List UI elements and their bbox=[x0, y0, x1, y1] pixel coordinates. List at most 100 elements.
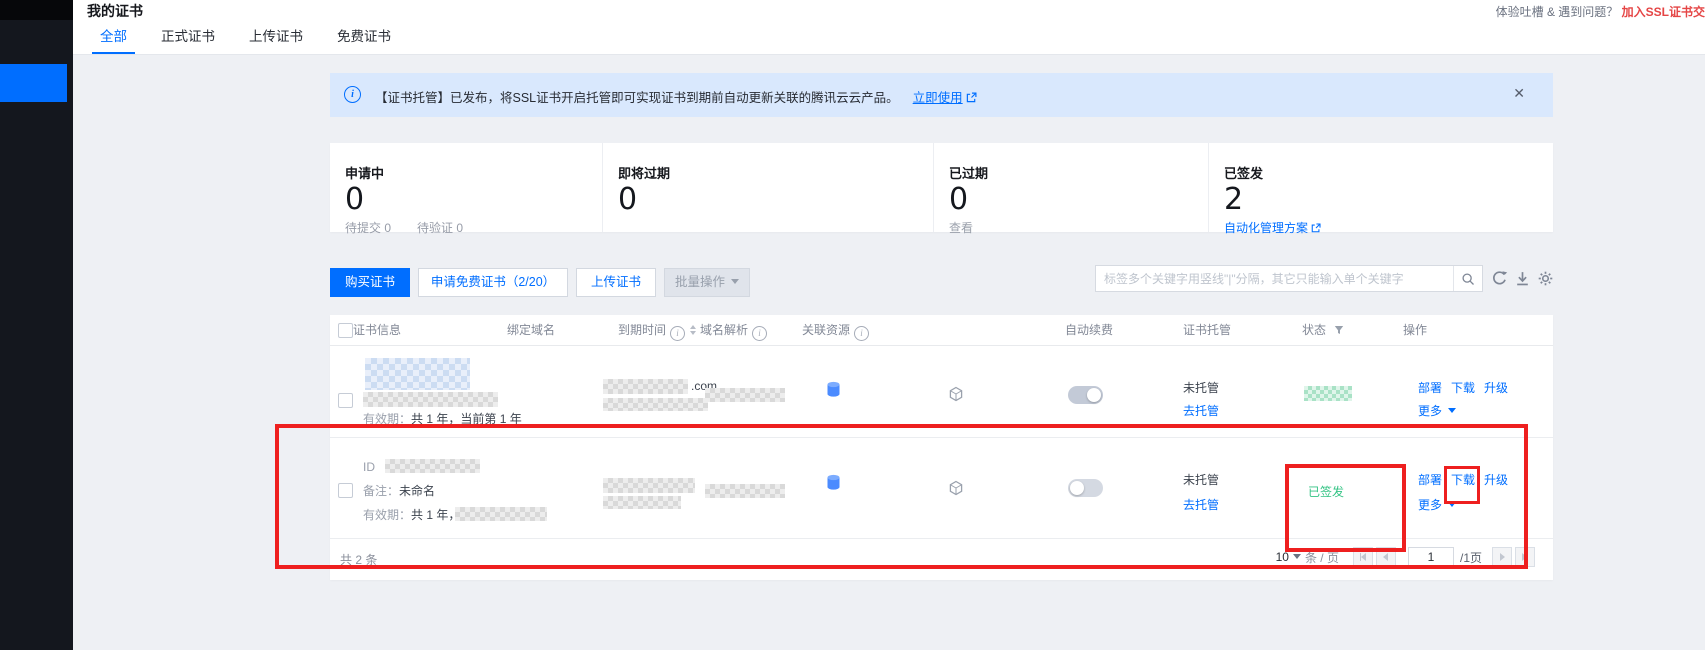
more-link[interactable]: 更多 bbox=[1418, 498, 1456, 513]
col-auto-renew: 自动续费 bbox=[1065, 315, 1113, 345]
domain-redacted-2 bbox=[603, 398, 708, 411]
stat-value: 0 bbox=[345, 184, 602, 216]
close-icon[interactable]: ✕ bbox=[1513, 85, 1525, 102]
page-title: 我的证书 bbox=[87, 1, 143, 21]
tab-all[interactable]: 全部 bbox=[100, 22, 127, 54]
search-input[interactable] bbox=[1096, 272, 1453, 286]
col-dns-label: 域名解析 bbox=[700, 323, 748, 337]
search-button[interactable] bbox=[1453, 266, 1482, 291]
more-label: 更多 bbox=[1418, 498, 1442, 512]
domain-redacted bbox=[603, 478, 695, 493]
hosting-notice-banner: i 【证书托管】已发布，将SSL证书开启托管即可实现证书到期前自动更新关联的腾讯… bbox=[330, 73, 1553, 117]
batch-action-button[interactable]: 批量操作 bbox=[664, 268, 750, 297]
validity-value: 共 1 年，当前第 1 年 bbox=[411, 412, 522, 426]
download-link[interactable]: 下载 bbox=[1451, 381, 1475, 395]
sort-icon[interactable] bbox=[690, 325, 696, 335]
cert-table: 证书信息 绑定域名 到期时间i 域名解析i 关联资源i 自动续费 证书托管 状态… bbox=[330, 315, 1553, 580]
tab-uploaded-certs[interactable]: 上传证书 bbox=[249, 22, 303, 54]
row-checkbox[interactable] bbox=[338, 483, 353, 498]
dns-record-icon[interactable] bbox=[826, 473, 841, 492]
search-box bbox=[1095, 265, 1483, 292]
validity-text: 有效期：共 1 年， bbox=[363, 508, 460, 523]
feedback-bar: 体验吐槽 & 遇到问题？ 加入SSL证书交流 bbox=[1496, 3, 1705, 20]
row-actions: 部署下载升级 bbox=[1418, 473, 1517, 488]
page-size-value: 10 bbox=[1276, 550, 1289, 564]
stat-automation-link[interactable]: 自动化管理方案 bbox=[1224, 219, 1553, 236]
deploy-link[interactable]: 部署 bbox=[1418, 381, 1442, 395]
stat-expiring: 即将过期 0 bbox=[602, 143, 933, 232]
chevron-down-icon bbox=[1448, 408, 1456, 413]
external-link-icon bbox=[966, 92, 977, 103]
validity-label: 有效期： bbox=[363, 508, 411, 522]
hosting-action-link[interactable]: 去托管 bbox=[1183, 404, 1219, 419]
prev-page-button[interactable] bbox=[1376, 547, 1396, 567]
banner-use-now-link[interactable]: 立即使用 bbox=[913, 91, 963, 105]
external-link-icon bbox=[1311, 223, 1321, 233]
feedback-link[interactable]: 加入SSL证书交流 bbox=[1622, 5, 1705, 19]
info-icon[interactable]: i bbox=[670, 326, 685, 341]
download-link[interactable]: 下载 bbox=[1451, 473, 1475, 487]
next-page-button[interactable] bbox=[1492, 547, 1512, 567]
status-redacted bbox=[1304, 386, 1352, 401]
stat-label: 已过期 bbox=[949, 163, 1208, 182]
dns-record-icon[interactable] bbox=[826, 380, 841, 399]
search-icon bbox=[1461, 272, 1475, 286]
upgrade-link[interactable]: 升级 bbox=[1484, 381, 1508, 395]
stat-value: 0 bbox=[949, 184, 1208, 216]
row-actions: 部署下载升级 bbox=[1418, 381, 1517, 396]
sidebar-top-band bbox=[0, 0, 73, 20]
deploy-link[interactable]: 部署 bbox=[1418, 473, 1442, 487]
auto-renew-toggle[interactable] bbox=[1068, 479, 1103, 497]
col-status: 状态 bbox=[1302, 315, 1344, 345]
tab-free-certs[interactable]: 免费证书 bbox=[337, 22, 391, 54]
refresh-icon[interactable] bbox=[1491, 270, 1508, 287]
cert-id-redacted bbox=[385, 459, 480, 473]
gear-icon[interactable] bbox=[1537, 270, 1554, 287]
col-expiry-label: 到期时间 bbox=[618, 323, 666, 337]
info-icon[interactable]: i bbox=[752, 326, 767, 341]
upgrade-link[interactable]: 升级 bbox=[1484, 473, 1508, 487]
pagination: 10 条 / 页 /1页 bbox=[1276, 546, 1535, 568]
page-size-select[interactable]: 10 bbox=[1276, 550, 1301, 564]
validity-value: 共 1 年， bbox=[411, 508, 460, 522]
upload-cert-button[interactable]: 上传证书 bbox=[576, 268, 656, 297]
chevron-down-icon bbox=[1293, 554, 1301, 559]
resource-hexagon-icon[interactable] bbox=[948, 480, 964, 496]
more-link[interactable]: 更多 bbox=[1418, 404, 1456, 419]
auto-renew-toggle[interactable] bbox=[1068, 386, 1103, 404]
stat-view-link[interactable]: 查看 bbox=[949, 219, 1208, 236]
stat-label: 申请中 bbox=[345, 163, 602, 182]
banner-text: 【证书托管】已发布，将SSL证书开启托管即可实现证书到期前自动更新关联的腾讯云云… bbox=[375, 87, 977, 106]
last-page-button[interactable] bbox=[1515, 547, 1535, 567]
sidebar-item-active[interactable] bbox=[0, 64, 67, 102]
stat-sub: 待提交 0待验证 0 bbox=[345, 219, 602, 236]
id-label: ID bbox=[363, 460, 375, 474]
banner-message: 【证书托管】已发布，将SSL证书开启托管即可实现证书到期前自动更新关联的腾讯云云… bbox=[375, 91, 899, 105]
validity-redacted bbox=[455, 507, 547, 521]
cert-id-redacted bbox=[363, 392, 498, 407]
expiry-redacted bbox=[705, 388, 785, 402]
pagination-total: 共 2 条 bbox=[340, 551, 377, 568]
filter-icon[interactable] bbox=[1334, 325, 1344, 335]
info-icon[interactable]: i bbox=[854, 326, 869, 341]
tab-paid-certs[interactable]: 正式证书 bbox=[161, 22, 215, 54]
col-expiry: 到期时间 i bbox=[618, 315, 696, 345]
batch-action-label: 批量操作 bbox=[675, 275, 725, 289]
toggle-knob bbox=[1070, 481, 1084, 495]
first-page-button[interactable] bbox=[1353, 547, 1373, 567]
tab-bar: 全部 正式证书 上传证书 免费证书 bbox=[100, 22, 425, 54]
row-checkbox[interactable] bbox=[338, 393, 353, 408]
col-domain: 绑定域名 bbox=[507, 315, 555, 345]
resource-hexagon-icon[interactable] bbox=[948, 386, 964, 402]
stat-value: 0 bbox=[618, 184, 933, 216]
col-dns: 域名解析 i bbox=[700, 315, 767, 345]
hosting-action-link[interactable]: 去托管 bbox=[1183, 498, 1219, 513]
page-size-unit: 条 / 页 bbox=[1305, 549, 1339, 566]
remark-line: 备注：未命名 bbox=[363, 484, 435, 499]
col-hosting: 证书托管 bbox=[1183, 315, 1231, 345]
apply-free-cert-button[interactable]: 申请免费证书（2/20） bbox=[418, 268, 568, 297]
buy-cert-button[interactable]: 购买证书 bbox=[330, 268, 410, 297]
page-number-input[interactable] bbox=[1408, 547, 1454, 567]
download-icon[interactable] bbox=[1514, 270, 1531, 287]
select-all-checkbox[interactable] bbox=[338, 323, 353, 338]
